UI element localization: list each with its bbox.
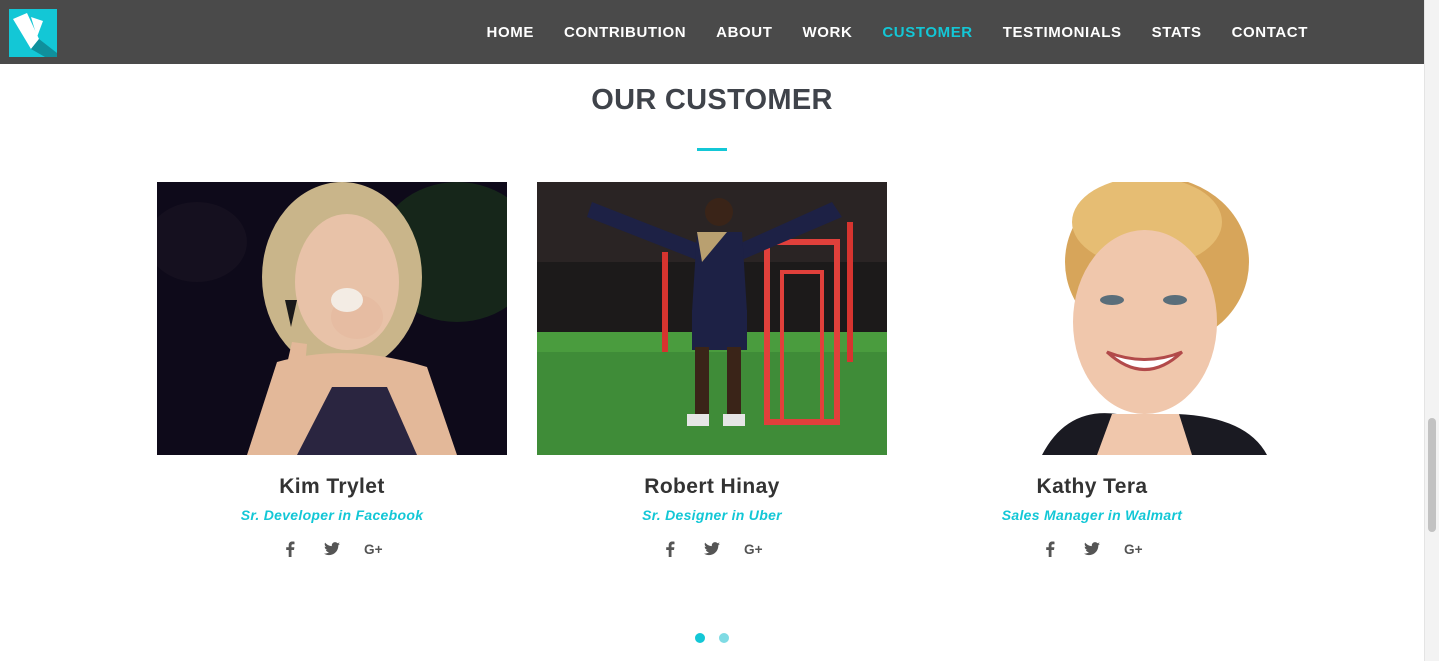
customer-card: Robert Hinay Sr. Designer in Uber G+ — [537, 182, 887, 559]
google-plus-icon[interactable]: G+ — [744, 539, 764, 559]
customer-role: Sr. Developer in Facebook — [240, 507, 424, 523]
customer-role: Sales Manager in Walmart — [1001, 507, 1183, 523]
carousel-dot-1[interactable] — [695, 633, 705, 643]
customer-card: Kim Trylet Sr. Developer in Facebook G+ — [157, 182, 507, 559]
twitter-icon[interactable] — [322, 539, 342, 559]
customer-photo — [537, 182, 887, 455]
google-plus-icon[interactable]: G+ — [364, 539, 384, 559]
svg-text:G+: G+ — [364, 542, 383, 556]
social-links: G+ — [537, 539, 887, 559]
nav-testimonials[interactable]: TESTIMONIALS — [1003, 24, 1122, 41]
main-nav: HOME CONTRIBUTION ABOUT WORK CUSTOMER TE… — [487, 0, 1308, 64]
nav-work[interactable]: WORK — [802, 24, 852, 41]
customer-photo — [157, 182, 507, 455]
facebook-icon[interactable] — [660, 539, 680, 559]
social-links: G+ — [157, 539, 507, 559]
carousel-dot-2[interactable] — [719, 633, 729, 643]
nav-customer[interactable]: CUSTOMER — [882, 24, 972, 41]
customer-name: Kim Trylet — [279, 475, 385, 498]
scrollbar[interactable] — [1424, 0, 1439, 661]
nav-stats[interactable]: STATS — [1152, 24, 1202, 41]
facebook-icon[interactable] — [1040, 539, 1060, 559]
nav-about[interactable]: ABOUT — [716, 24, 772, 41]
customer-role: Sr. Designer in Uber — [642, 507, 782, 523]
nav-home[interactable]: HOME — [487, 24, 534, 41]
customer-name: Robert Hinay — [644, 475, 780, 498]
customer-card: Kathy Tera Sales Manager in Walmart G+ — [917, 182, 1267, 559]
svg-text:G+: G+ — [1124, 542, 1143, 556]
customer-photo — [917, 182, 1267, 455]
nav-contact[interactable]: CONTACT — [1232, 24, 1308, 41]
navbar: HOME CONTRIBUTION ABOUT WORK CUSTOMER TE… — [0, 0, 1424, 64]
scrollbar-thumb[interactable] — [1428, 418, 1436, 532]
brand-logo[interactable] — [9, 9, 57, 57]
title-underline — [697, 148, 727, 151]
customer-name: Kathy Tera — [1036, 475, 1148, 498]
section-title: OUR CUSTOMER — [591, 84, 833, 116]
twitter-icon[interactable] — [1082, 539, 1102, 559]
google-plus-icon[interactable]: G+ — [1124, 539, 1144, 559]
nav-contribution[interactable]: CONTRIBUTION — [564, 24, 686, 41]
svg-text:G+: G+ — [744, 542, 763, 556]
facebook-icon[interactable] — [280, 539, 300, 559]
twitter-icon[interactable] — [702, 539, 722, 559]
social-links: G+ — [917, 539, 1267, 559]
carousel-dots — [0, 633, 1424, 643]
